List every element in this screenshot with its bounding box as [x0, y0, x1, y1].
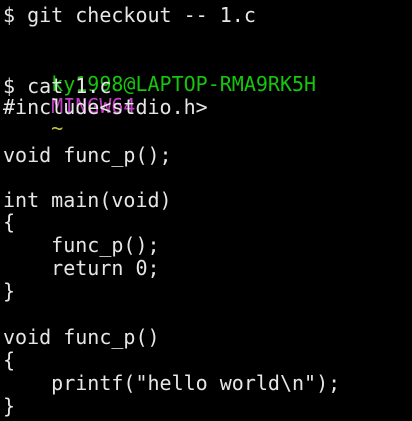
code-line: } — [3, 279, 16, 303]
shell-prompt: ky1998@LAPTOP-RMA9RK5H MINGW64 ~ — [3, 51, 316, 139]
command-line-git-checkout: $ git checkout -- 1.c — [3, 3, 256, 27]
code-line: int main(void) — [3, 188, 172, 212]
code-line: void func_p(); — [3, 143, 172, 167]
code-line: func_p(); — [3, 233, 160, 257]
code-line: { — [3, 348, 16, 372]
code-line: void func_p() — [3, 325, 160, 349]
command-line-cat: $ cat 1.c — [3, 74, 112, 98]
code-line: printf("hello world\n"); — [3, 371, 341, 395]
code-line: } — [3, 394, 16, 418]
code-line: { — [3, 210, 16, 234]
prompt-tilde: ~ — [51, 116, 64, 140]
terminal-window[interactable]: $ git checkout -- 1.c ky1998@LAPTOP-RMA9… — [0, 0, 412, 421]
code-line: return 0; — [3, 256, 160, 280]
code-line: #include<stdio.h> — [3, 95, 208, 119]
